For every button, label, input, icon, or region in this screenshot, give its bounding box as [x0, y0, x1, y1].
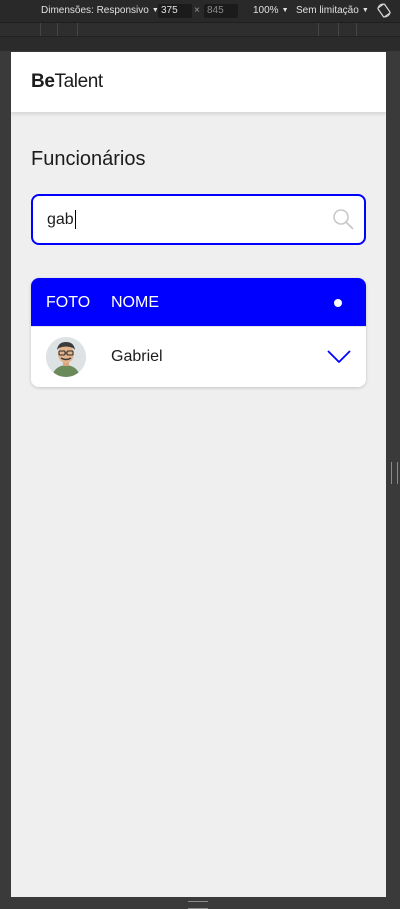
employee-name: Gabriel — [111, 348, 163, 365]
logo[interactable]: BeTalent — [31, 71, 103, 93]
chevron-down-icon[interactable] — [326, 347, 352, 370]
throttle-dropdown[interactable]: Sem limitação ▼ — [296, 5, 369, 16]
dropdown-arrow-icon: ▼ — [281, 7, 289, 14]
table-row[interactable]: Gabriel — [31, 326, 366, 387]
table-header: FOTO NOME — [31, 278, 366, 326]
width-input[interactable]: 375 — [158, 4, 192, 18]
height-input[interactable]: 845 — [204, 4, 238, 18]
device-viewport: BeTalent Funcionários FOTO NOME — [11, 52, 386, 897]
app-header: BeTalent — [11, 52, 386, 112]
page-title: Funcionários — [31, 148, 146, 170]
employees-table: FOTO NOME Gabriel — [31, 278, 366, 387]
media-query-ruler — [0, 23, 400, 37]
devtools-toolbar: Dimensões: Responsivo ▼ 375 × 845 100% ▼ S… — [0, 0, 400, 23]
dimension-separator: × — [194, 5, 200, 16]
throttle-label: Sem limitação — [296, 5, 359, 16]
logo-bold: Be — [31, 71, 55, 92]
search-icon[interactable] — [332, 208, 354, 235]
column-header-nome: NOME — [111, 294, 159, 311]
rotate-icon[interactable] — [377, 3, 391, 21]
text-caret — [75, 210, 76, 229]
search-input[interactable] — [47, 208, 317, 232]
media-query-bar — [0, 37, 400, 51]
dimensions-label: Dimensões: Responsivo — [41, 5, 149, 16]
search-box[interactable] — [31, 194, 366, 245]
zoom-dropdown[interactable]: 100% ▼ — [253, 5, 289, 16]
resize-handle-bottom[interactable] — [188, 901, 208, 909]
dimensions-dropdown[interactable]: Dimensões: Responsivo ▼ — [41, 5, 159, 16]
column-header-foto: FOTO — [46, 294, 91, 311]
avatar — [46, 337, 86, 377]
dropdown-arrow-icon: ▼ — [361, 7, 369, 14]
resize-handle-right[interactable] — [391, 462, 398, 484]
header-dot-icon — [334, 299, 342, 307]
zoom-label: 100% — [253, 5, 279, 16]
logo-light: Talent — [54, 71, 104, 92]
